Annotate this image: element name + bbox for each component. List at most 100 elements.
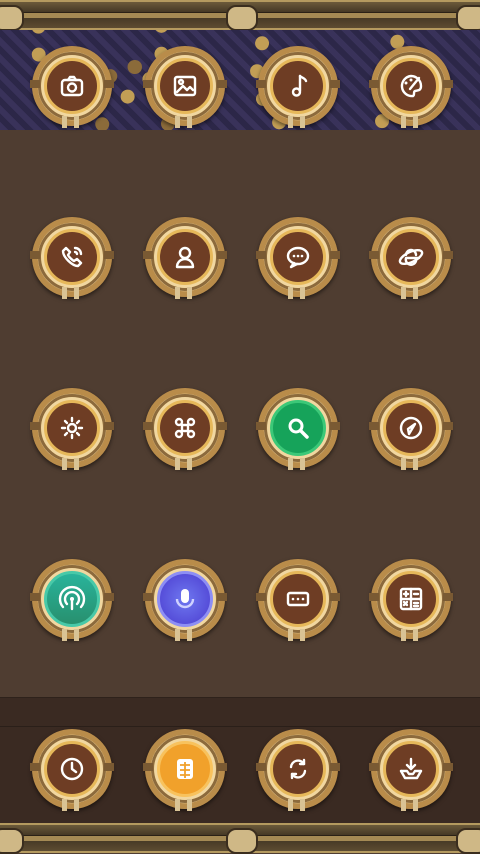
- icon-frame-notch: [187, 287, 192, 299]
- icon-frame-notch: [300, 287, 305, 299]
- icon-frame-notch: [443, 80, 453, 88]
- camera-app[interactable]: [30, 46, 114, 128]
- icon-frame-notch: [143, 763, 153, 771]
- icon-frame-notch: [187, 116, 192, 128]
- icon-frame-notch: [369, 422, 379, 430]
- dialer-app[interactable]: [256, 559, 340, 641]
- bottom-rail: [0, 823, 480, 854]
- icon-frame-notch: [330, 422, 340, 430]
- icon-frame-notch: [30, 251, 40, 259]
- icon-frame-notch: [256, 80, 266, 88]
- icon-frame-notch: [330, 593, 340, 601]
- icon-frame-notch: [30, 763, 40, 771]
- picture-icon: [157, 58, 213, 114]
- rail-knob-middle: [226, 828, 258, 854]
- sim-card-icon: [157, 741, 213, 797]
- icon-frame-notch: [300, 799, 305, 811]
- calculator-icon: [383, 571, 439, 627]
- icon-frame-notch: [288, 287, 293, 299]
- icon-frame-notch: [104, 80, 114, 88]
- icon-frame-notch: [217, 593, 227, 601]
- icon-frame-notch: [256, 763, 266, 771]
- icon-frame-notch: [74, 458, 79, 470]
- icon-frame-notch: [62, 458, 67, 470]
- icon-frame-notch: [143, 422, 153, 430]
- icon-frame-notch: [175, 287, 180, 299]
- rail-knob-left: [0, 5, 24, 31]
- voice-app[interactable]: [143, 559, 227, 641]
- chat-bubble-icon: [270, 229, 326, 285]
- icon-frame-notch: [256, 593, 266, 601]
- icon-frame-notch: [187, 799, 192, 811]
- browser-app[interactable]: [369, 217, 453, 299]
- settings-app[interactable]: [30, 388, 114, 470]
- icon-frame-notch: [175, 458, 180, 470]
- compass-icon: [383, 400, 439, 456]
- music-app[interactable]: [256, 46, 340, 128]
- icon-frame-notch: [401, 629, 406, 641]
- contacts-app[interactable]: [143, 217, 227, 299]
- icon-frame-notch: [443, 763, 453, 771]
- sync-icon: [270, 741, 326, 797]
- icon-frame-notch: [300, 116, 305, 128]
- keypad-icon: [270, 571, 326, 627]
- clock-app[interactable]: [30, 729, 114, 811]
- clock-icon: [44, 741, 100, 797]
- music-note-icon: [270, 58, 326, 114]
- icon-frame-notch: [300, 458, 305, 470]
- icon-frame-notch: [217, 80, 227, 88]
- icon-frame-notch: [288, 458, 293, 470]
- icon-frame-notch: [330, 251, 340, 259]
- icon-frame-notch: [401, 287, 406, 299]
- icon-frame-notch: [104, 251, 114, 259]
- icon-frame-notch: [143, 80, 153, 88]
- icon-frame-notch: [104, 763, 114, 771]
- microphone-icon: [157, 571, 213, 627]
- icon-frame-notch: [369, 80, 379, 88]
- icon-frame-notch: [401, 799, 406, 811]
- icon-frame-notch: [413, 287, 418, 299]
- compass-app[interactable]: [369, 388, 453, 470]
- rail-knob-right: [456, 828, 480, 854]
- theme-app[interactable]: [369, 46, 453, 128]
- icon-frame-notch: [175, 629, 180, 641]
- icon-frame-notch: [104, 422, 114, 430]
- icon-frame-notch: [330, 80, 340, 88]
- search-app[interactable]: [256, 388, 340, 470]
- gallery-app[interactable]: [143, 46, 227, 128]
- icon-frame-notch: [413, 116, 418, 128]
- icon-frame-notch: [74, 287, 79, 299]
- gear-icon: [44, 400, 100, 456]
- internet-explorer-icon: [383, 229, 439, 285]
- wireless-signal-icon: [44, 571, 100, 627]
- icon-frame-notch: [217, 422, 227, 430]
- icon-frame-notch: [369, 251, 379, 259]
- icon-frame-notch: [74, 629, 79, 641]
- apps-app[interactable]: [143, 388, 227, 470]
- icon-frame-notch: [104, 593, 114, 601]
- icon-frame-notch: [187, 458, 192, 470]
- calculator-app[interactable]: [369, 559, 453, 641]
- icon-frame-notch: [300, 629, 305, 641]
- command-key-icon: [157, 400, 213, 456]
- icon-frame-notch: [443, 593, 453, 601]
- icon-frame-notch: [330, 763, 340, 771]
- messages-app[interactable]: [256, 217, 340, 299]
- icon-frame-notch: [256, 422, 266, 430]
- sync-app[interactable]: [256, 729, 340, 811]
- download-app[interactable]: [369, 729, 453, 811]
- icon-frame-notch: [74, 116, 79, 128]
- icon-frame-notch: [30, 422, 40, 430]
- icon-frame-notch: [369, 763, 379, 771]
- icon-frame-notch: [413, 629, 418, 641]
- icon-frame-notch: [288, 116, 293, 128]
- hotspot-app[interactable]: [30, 559, 114, 641]
- icon-frame-notch: [62, 287, 67, 299]
- icon-frame-notch: [62, 629, 67, 641]
- icon-frame-notch: [217, 763, 227, 771]
- icon-frame-notch: [413, 458, 418, 470]
- sim-app[interactable]: [143, 729, 227, 811]
- icon-frame-notch: [413, 799, 418, 811]
- phone-app[interactable]: [30, 217, 114, 299]
- icon-frame-notch: [256, 251, 266, 259]
